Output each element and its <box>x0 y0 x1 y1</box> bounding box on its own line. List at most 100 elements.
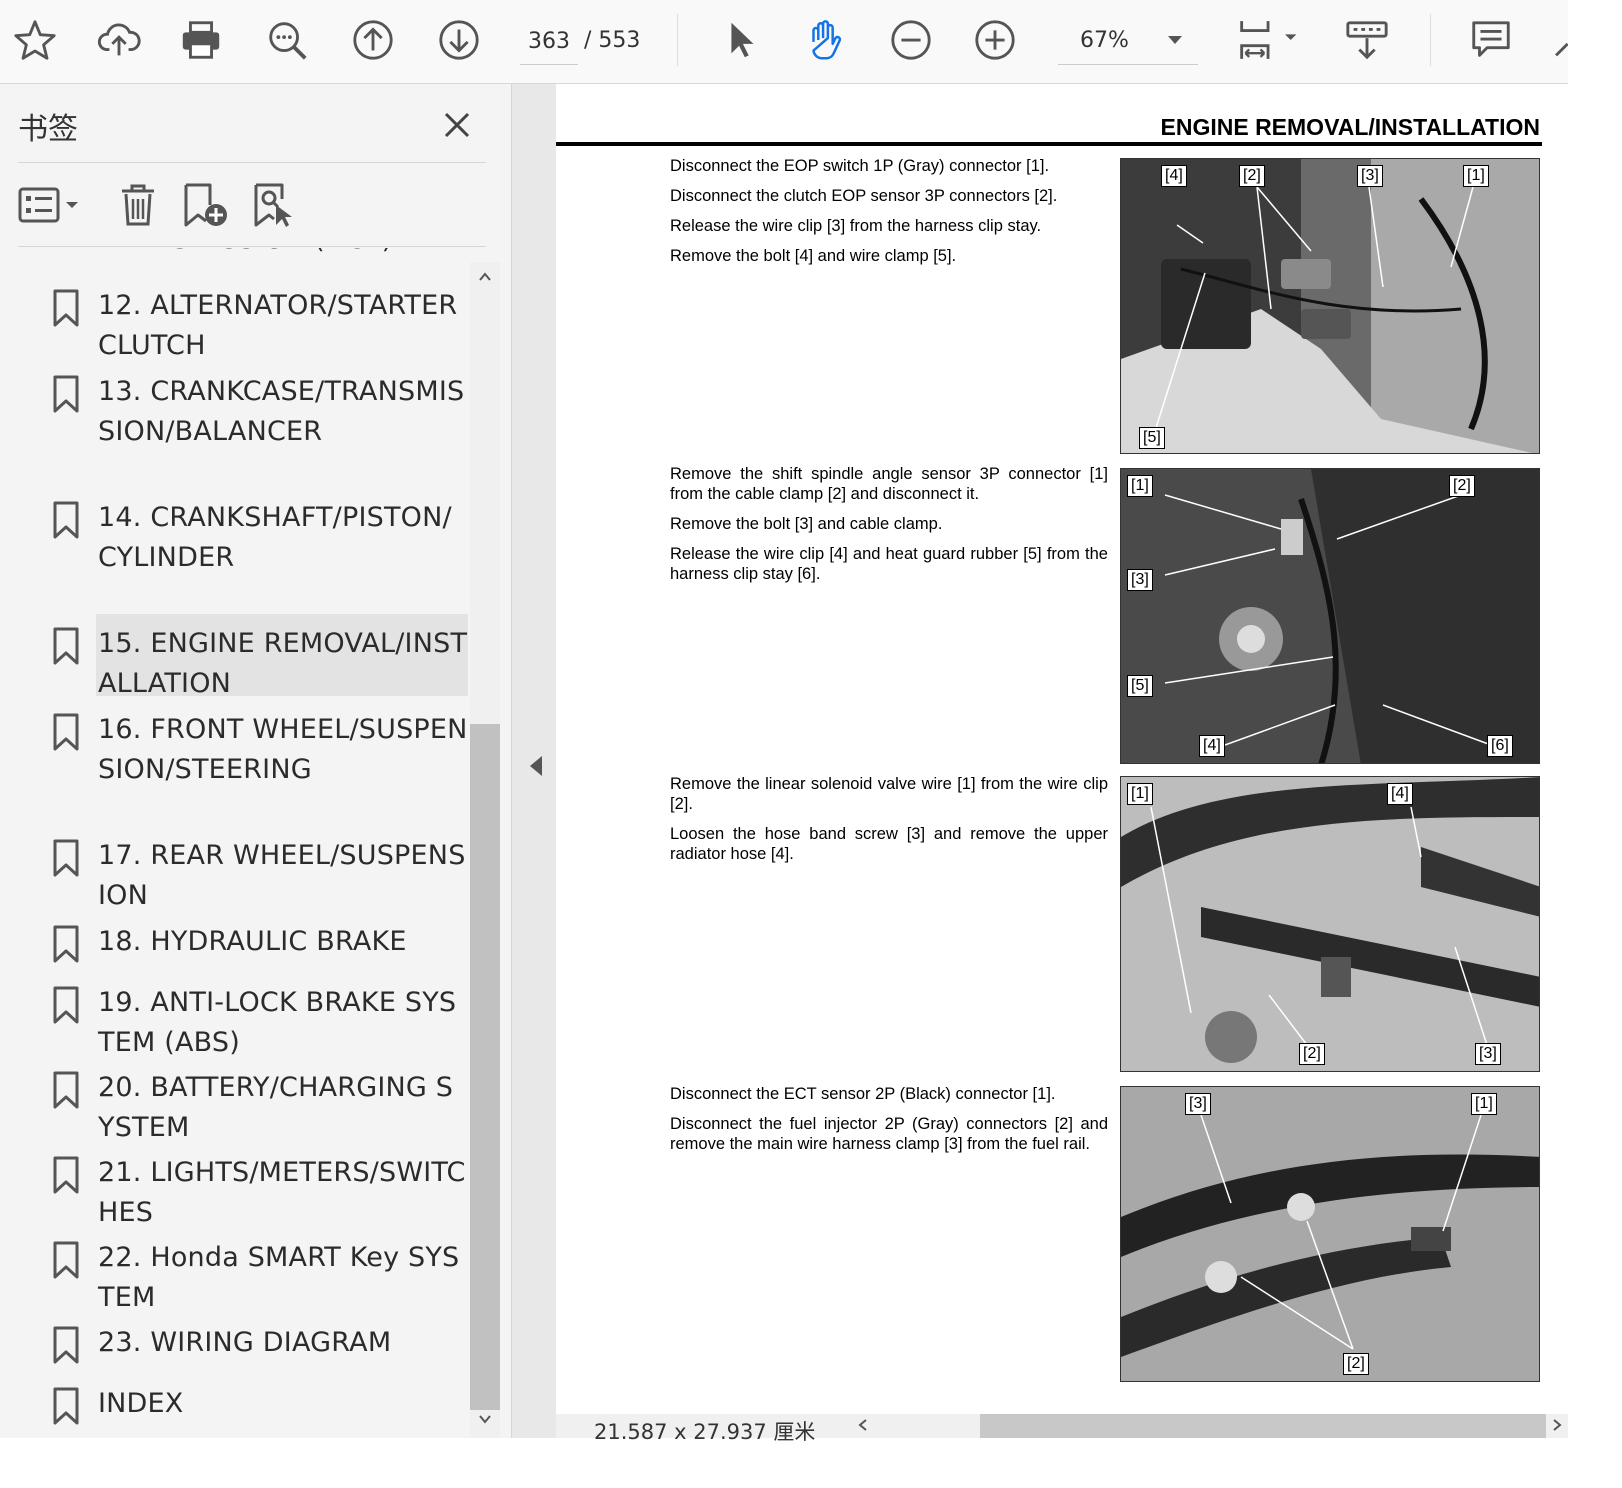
trash-icon <box>122 184 154 226</box>
bookmark-label: 22. Honda SMART Key SYSTEM <box>98 1242 460 1313</box>
bookmark-label: 13. CRANKCASE/TRANSMISSION/BALANCER <box>98 376 465 447</box>
step-text: Disconnect the ECT sensor 2P (Black) con… <box>670 1084 1108 1164</box>
divider <box>18 162 486 163</box>
callout-label: [1] <box>1471 1093 1497 1115</box>
step-text: Remove the linear solenoid valve wire [1… <box>670 774 1108 874</box>
bookmark-icon <box>53 713 79 751</box>
chevron-down-icon[interactable] <box>1168 36 1182 44</box>
bookmarks-panel: 书签 TRANSMISSION (DCT) 12. ALTERNATOR/STA… <box>0 84 512 1438</box>
bookmark-icon <box>53 501 79 539</box>
toolbar: 363 / 553 67% <box>0 0 1568 84</box>
zoom-in-icon[interactable] <box>970 14 1020 66</box>
find-bookmark-button[interactable] <box>252 180 300 230</box>
zoom-search-icon[interactable] <box>262 14 312 66</box>
toolbar-divider <box>1430 14 1431 66</box>
fit-page-icon[interactable] <box>1234 14 1304 66</box>
delete-bookmark-button[interactable] <box>118 180 158 230</box>
callout-label: [1] <box>1127 475 1153 497</box>
engine-photo: [1] [2] [3] [5] [4] [6] <box>1120 468 1540 764</box>
bookmark-label: 17. REAR WHEEL/SUSPENSION <box>98 840 466 911</box>
callout-label: [2] <box>1239 165 1265 187</box>
callout-label: [4] <box>1387 783 1413 805</box>
header-rule <box>556 142 1542 146</box>
page-dimensions: 21.587 x 27.937 厘米 <box>594 1420 816 1444</box>
callout-label: [6] <box>1487 735 1513 757</box>
callout-label: [2] <box>1299 1043 1325 1065</box>
step-paragraph: Remove the linear solenoid valve wire [1… <box>670 775 1108 813</box>
chevron-left-icon[interactable] <box>856 1418 870 1432</box>
bookmark-icon <box>53 839 79 877</box>
bookmark-label: 15. ENGINE REMOVAL/INSTALLATION <box>98 628 468 699</box>
bookmark-label: INDEX <box>98 1388 184 1419</box>
bookmark-scrollbar[interactable] <box>470 262 500 1438</box>
print-icon[interactable] <box>176 14 226 66</box>
document-page: ENGINE REMOVAL/INSTALLATION Disconnect t… <box>556 84 1568 1438</box>
bookmark-options-button[interactable] <box>18 180 82 230</box>
bookmark-icon <box>53 1387 79 1425</box>
panel-title: 书签 <box>18 112 78 147</box>
step-paragraph: Remove the bolt [4] and wire clamp [5]. <box>670 247 957 265</box>
bookmark-search-icon <box>254 183 292 227</box>
comment-icon[interactable] <box>1466 14 1516 66</box>
status-bar: 21.587 x 27.937 厘米 <box>556 1414 1568 1444</box>
bookmark-icon <box>53 375 79 413</box>
bookmark-label: 12. ALTERNATOR/STARTER CLUTCH <box>98 290 458 361</box>
hand-tool-icon[interactable] <box>800 14 850 66</box>
bookmark-label: 16. FRONT WHEEL/SUSPENSION/STEERING <box>98 714 468 785</box>
scrollbar-thumb[interactable] <box>470 724 500 1410</box>
toolbar-divider <box>677 14 678 66</box>
bookmark-label: 14. CRANKSHAFT/PISTON/CYLINDER <box>98 502 452 573</box>
page-number-input[interactable]: 363 <box>520 18 578 65</box>
callout-label: [2] <box>1449 475 1475 497</box>
callout-label: [3] <box>1357 165 1383 187</box>
step-text: Disconnect the EOP switch 1P (Gray) conn… <box>670 156 1108 276</box>
bookmark-label: 23. WIRING DIAGRAM <box>98 1327 392 1358</box>
engine-photo: [3] [1] [2] <box>1120 1086 1540 1382</box>
engine-photo: [4] [2] [3] [1] [5] <box>1120 158 1540 454</box>
step-paragraph: Disconnect the EOP switch 1P (Gray) conn… <box>670 157 1050 175</box>
callout-label: [3] <box>1185 1093 1211 1115</box>
callout-label: [2] <box>1343 1353 1369 1375</box>
callout-label: [1] <box>1463 165 1489 187</box>
bookmark-label: 18. HYDRAULIC BRAKE <box>98 926 407 957</box>
callout-label: [3] <box>1127 569 1153 591</box>
engine-photo: [1] [4] [2] [3] <box>1120 776 1540 1072</box>
sign-icon[interactable] <box>1548 14 1568 66</box>
bookmark-icon <box>53 1326 79 1364</box>
divider <box>18 246 486 247</box>
scroll-mode-icon[interactable] <box>1342 14 1392 66</box>
step-paragraph: Loosen the hose band screw [3] and remov… <box>670 825 1108 863</box>
bookmark-list: TRANSMISSION (DCT) 12. ALTERNATOR/STARTE… <box>0 248 470 1438</box>
add-bookmark-button[interactable] <box>182 180 230 230</box>
page-down-icon[interactable] <box>434 14 484 66</box>
page-up-icon[interactable] <box>348 14 398 66</box>
zoom-out-icon[interactable] <box>886 14 936 66</box>
chevron-right-icon[interactable] <box>1550 1418 1564 1432</box>
cloud-upload-icon[interactable] <box>94 14 144 66</box>
select-pointer-icon[interactable] <box>716 14 766 66</box>
callout-label: [3] <box>1475 1043 1501 1065</box>
zoom-value: 67% <box>1080 28 1129 53</box>
step-paragraph: Disconnect the fuel injector 2P (Gray) c… <box>670 1115 1108 1153</box>
bookmark-label: 21. LIGHTS/METERS/SWITCHES <box>98 1157 466 1228</box>
step-paragraph: Remove the bolt [3] and cable clamp. <box>670 515 943 533</box>
bookmark-label: 20. BATTERY/CHARGING SYSTEM <box>98 1072 454 1143</box>
bookmark-label: TRANSMISSION (DCT) <box>98 248 468 260</box>
callout-label: [1] <box>1127 783 1153 805</box>
bookmark-icon <box>53 1156 79 1194</box>
bookmark-icon <box>53 986 79 1024</box>
close-icon[interactable] <box>440 108 474 142</box>
callout-label: [5] <box>1127 675 1153 697</box>
bookmark-icon <box>53 1071 79 1109</box>
horizontal-scrollbar-thumb[interactable] <box>980 1414 1546 1438</box>
star-icon[interactable] <box>10 14 60 66</box>
step-paragraph: Disconnect the clutch EOP sensor 3P conn… <box>670 187 1058 205</box>
chevron-up-icon[interactable] <box>478 270 492 284</box>
bookmark-icon <box>53 289 79 327</box>
callout-label: [4] <box>1161 165 1187 187</box>
zoom-select[interactable]: 67% <box>1058 18 1198 65</box>
bookmark-icon <box>53 627 79 665</box>
step-paragraph: Release the wire clip [3] from the harne… <box>670 217 1042 235</box>
collapse-panel-icon[interactable] <box>530 756 542 776</box>
chevron-down-icon[interactable] <box>478 1412 492 1426</box>
